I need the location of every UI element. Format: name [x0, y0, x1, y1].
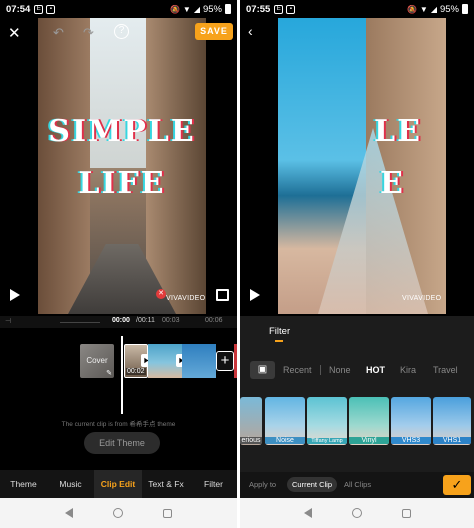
filter-thumb-serious[interactable]: erious — [240, 397, 262, 445]
apply-bar: Apply to Current Clip All Clips ✓ — [240, 472, 474, 498]
tick-label-1: 00:03 — [162, 317, 180, 324]
filter-thumb-vinyl[interactable]: Vinyl — [349, 397, 389, 445]
apply-to-label: Apply to — [249, 480, 277, 489]
image-notification-icon: ▪ — [286, 4, 296, 14]
tab-theme[interactable]: Theme — [0, 479, 47, 489]
tab-filter[interactable]: Filter — [190, 479, 237, 489]
battery-percent: 95% — [439, 3, 459, 15]
current-time: 00:00 — [112, 317, 130, 324]
tab-music[interactable]: Music — [47, 479, 94, 489]
back-arrow-icon[interactable]: ‹ — [248, 23, 253, 39]
filter-label: Noise — [265, 437, 305, 444]
category-hot[interactable]: HOT — [366, 365, 385, 375]
video-title-line2: LIFE — [78, 166, 166, 201]
tab-clip-edit[interactable]: Clip Edit — [94, 470, 142, 498]
tab-text-fx[interactable]: Text & Fx — [142, 479, 190, 489]
wifi-icon: ▼ — [419, 4, 428, 14]
mute-icon: 🔕 — [406, 4, 417, 14]
filter-label: Tiffany Lamp — [307, 438, 347, 444]
play-icon[interactable] — [10, 289, 20, 301]
play-icon[interactable] — [250, 289, 260, 301]
filter-label: erious — [240, 437, 262, 444]
video-preview[interactable]: SIMPLE LIFE ✕ VIVAVIDEO — [38, 18, 206, 314]
category-recent[interactable]: Recent — [283, 365, 312, 375]
status-bar: 07:55 E ▪ 🔕 ▼ ◢ 95% — [240, 0, 474, 18]
close-icon[interactable]: ✕ — [8, 24, 21, 42]
edit-theme-button[interactable]: Edit Theme — [84, 432, 160, 454]
category-none[interactable]: None — [329, 365, 351, 375]
battery-icon — [462, 4, 468, 14]
video-preview[interactable]: LE E VIVAVIDEO — [278, 18, 446, 314]
apply-current-clip-button[interactable]: Current Clip — [287, 477, 338, 492]
battery-icon — [225, 4, 231, 14]
total-time: /00:11 — [136, 317, 155, 324]
notification-icon: E — [274, 4, 284, 14]
filter-store-icon[interactable]: ▣ — [250, 361, 275, 379]
status-time: 07:54 — [6, 3, 31, 15]
category-separator — [320, 365, 321, 375]
system-nav-bar — [0, 498, 237, 528]
watermark: VIVAVIDEO — [166, 295, 206, 302]
status-time: 07:55 — [246, 3, 271, 15]
undo-icon[interactable]: ↶ — [53, 25, 64, 41]
timeline-start-marker: ⊣ — [5, 318, 12, 325]
nav-home-icon[interactable] — [351, 508, 362, 518]
image-notification-icon: ▪ — [46, 4, 56, 14]
category-kira[interactable]: Kira — [400, 365, 416, 375]
video-title-fragment-2: E — [380, 166, 405, 201]
nav-recents-icon[interactable] — [401, 508, 411, 518]
nav-recents-icon[interactable] — [163, 508, 172, 518]
signal-icon: ◢ — [430, 4, 437, 14]
edit-cover-icon[interactable]: ✎ — [106, 369, 112, 377]
video-title-fragment: LE — [374, 114, 422, 149]
redo-icon[interactable]: ↷ — [83, 25, 94, 41]
signal-icon: ◢ — [193, 4, 200, 14]
filter-header-underline — [275, 340, 283, 342]
filter-thumb-vhs3[interactable]: VHS3 — [391, 397, 431, 445]
notification-icon: E — [34, 4, 44, 14]
nav-home-icon[interactable] — [113, 508, 123, 518]
video-title-line1: SIMPLE — [48, 114, 196, 149]
timeline-ruler[interactable]: ⊣ 00:00 /00:11 00:03 00:06 — [0, 316, 237, 328]
filter-label: VHS3 — [391, 437, 431, 444]
nav-back-icon[interactable] — [303, 508, 312, 518]
tick-label-2: 00:06 — [205, 317, 223, 324]
left-screen: 07:54 E ▪ 🔕 ▼ ◢ 95% SIMPLE LIFE ✕ VIVAVI… — [0, 0, 237, 528]
help-icon[interactable]: ? — [114, 24, 129, 39]
save-button[interactable]: SAVE — [195, 23, 233, 40]
battery-percent: 95% — [202, 3, 222, 15]
filter-thumb-noise[interactable]: Noise — [265, 397, 305, 445]
wifi-icon: ▼ — [182, 4, 191, 14]
watermark: VIVAVIDEO — [402, 295, 442, 302]
theme-hint-text: The current clip is from 希希手点 theme — [61, 421, 176, 428]
category-travel[interactable]: Travel — [433, 365, 458, 375]
filter-label: Vinyl — [349, 437, 389, 444]
remove-watermark-icon[interactable]: ✕ — [156, 289, 166, 299]
clip-4-edge — [234, 344, 237, 378]
cover-clip[interactable]: Cover ✎ — [80, 344, 114, 378]
filter-label: VHS1 — [433, 437, 471, 444]
add-clip-icon[interactable]: + — [216, 351, 234, 371]
nav-back-icon[interactable] — [65, 508, 73, 518]
ruler-line — [60, 322, 100, 323]
filter-thumb-vhs1[interactable]: VHS1 — [433, 397, 471, 445]
filter-header: Filter — [269, 326, 291, 337]
clip-3[interactable] — [182, 344, 216, 378]
cover-label: Cover — [86, 356, 108, 365]
status-bar: 07:54 E ▪ 🔕 ▼ ◢ 95% — [0, 0, 237, 18]
playhead[interactable] — [121, 336, 123, 414]
editor-tab-bar: Theme Music Clip Edit Text & Fx Filter — [0, 470, 237, 498]
apply-all-clips-button[interactable]: All Clips — [344, 480, 371, 489]
system-nav-bar — [240, 498, 474, 528]
filter-thumb-tiffany-lamp[interactable]: Tiffany Lamp — [307, 397, 347, 445]
clip-duration: 00:02 — [126, 368, 146, 375]
confirm-check-icon[interactable]: ✓ — [443, 475, 471, 495]
right-screen: 07:55 E ▪ 🔕 ▼ ◢ 95% ‹ LE E VIVAVIDEO Fil… — [240, 0, 474, 528]
fullscreen-icon[interactable] — [216, 289, 229, 301]
mute-icon: 🔕 — [169, 4, 180, 14]
